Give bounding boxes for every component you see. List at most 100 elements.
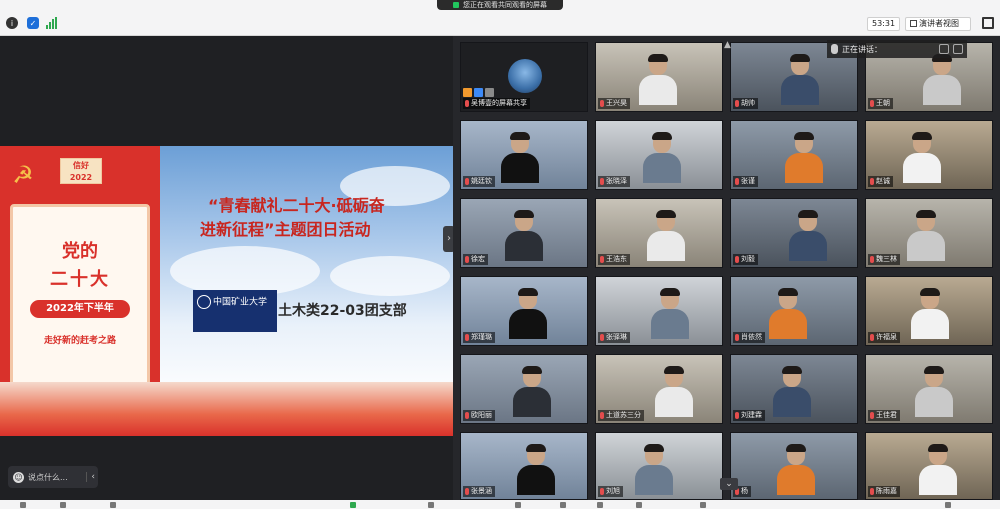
- participant-name: 赵诚: [876, 177, 890, 185]
- participant-name-tag: 土道苏三分: [598, 410, 644, 421]
- participant-name-tag: 赵诚: [868, 176, 893, 187]
- toolbar-icon[interactable]: [597, 502, 603, 508]
- participant-name-tag: 徐宏: [463, 254, 488, 265]
- participant-tile[interactable]: 张晓泽: [595, 120, 723, 190]
- participant-tile[interactable]: 王佳君: [865, 354, 993, 424]
- share-avatar: [508, 59, 542, 93]
- participant-name: 郑瑾璐: [471, 333, 492, 341]
- participant-tile[interactable]: 赵诚: [865, 120, 993, 190]
- slide-title-line2: 进新征程”主题团日活动: [200, 220, 371, 239]
- participant-name: 刘毅: [741, 255, 755, 263]
- participant-video: [785, 132, 823, 183]
- participant-tile[interactable]: 刘建霖: [730, 354, 858, 424]
- fullscreen-icon[interactable]: [982, 17, 994, 29]
- participant-tile[interactable]: 刘旭: [595, 432, 723, 500]
- screen-share-banner[interactable]: 您正在观看共同观看的屏幕: [437, 0, 563, 10]
- card-title-line2: 二十大: [50, 269, 110, 290]
- participant-name: 姚廷钦: [471, 177, 492, 185]
- shared-screen-area: ☭ 信好 2022 党的 二十大 2022年下半年 走好新的赶考之路 “青春献礼…: [0, 36, 453, 500]
- participant-tile[interactable]: 徐宏: [460, 198, 588, 268]
- cloud-decoration: [170, 246, 320, 296]
- participant-tile[interactable]: 陈雨嘉: [865, 432, 993, 500]
- participant-name: 陈雨嘉: [876, 487, 897, 495]
- toolbar-icon[interactable]: [60, 502, 66, 508]
- layout-icon[interactable]: [939, 44, 949, 54]
- participant-tile[interactable]: 杨: [730, 432, 858, 500]
- toolbar-icon[interactable]: [20, 502, 26, 508]
- mic-muted-icon: [465, 488, 469, 495]
- participant-name-tag: 刘旭: [598, 486, 623, 497]
- screen-share-tile[interactable]: 吴博壹的屏幕共享: [460, 42, 588, 112]
- participant-name-tag: 王浩东: [598, 254, 630, 265]
- participant-tile[interactable]: 王浩东: [595, 198, 723, 268]
- participant-name-tag: 王佳君: [868, 410, 900, 421]
- participant-tile[interactable]: 王兴昊: [595, 42, 723, 112]
- participant-video: [923, 54, 961, 105]
- signal-icon[interactable]: [46, 17, 58, 29]
- slide-wave-decoration: [0, 382, 453, 436]
- participant-tile[interactable]: 刘毅: [730, 198, 858, 268]
- participant-name-tag: 王兴昊: [598, 98, 630, 109]
- mic-muted-icon: [600, 488, 604, 495]
- participant-tile[interactable]: 许福泉: [865, 276, 993, 346]
- speaker-view-label: 演讲者视图: [919, 19, 959, 28]
- participant-video: [769, 288, 807, 339]
- mic-muted-icon: [735, 334, 739, 341]
- participant-tile[interactable]: 魏三林: [865, 198, 993, 268]
- meeting-window: 您正在观看共同观看的屏幕 i ✓ 53:31 演讲者视图 ☭ 信好 2022 党…: [0, 0, 1000, 509]
- participant-name-tag: 吴博壹的屏幕共享: [463, 98, 530, 109]
- participant-name: 王佳君: [876, 411, 897, 419]
- participant-tile[interactable]: 土道苏三分: [595, 354, 723, 424]
- mic-muted-icon: [465, 334, 469, 341]
- toolbar-icon[interactable]: [515, 502, 521, 508]
- participant-name: 许福泉: [876, 333, 897, 341]
- toolbar-icon[interactable]: [350, 502, 356, 508]
- participant-tile[interactable]: 欧阳丽: [460, 354, 588, 424]
- chevron-down-icon[interactable]: ⌄: [720, 478, 738, 490]
- toolbar-icon[interactable]: [636, 502, 642, 508]
- participant-tile[interactable]: 郑瑾璐: [460, 276, 588, 346]
- share-banner-text: 您正在观看共同观看的屏幕: [463, 1, 547, 9]
- participant-name: 肖依然: [741, 333, 762, 341]
- participant-name-tag: 许福泉: [868, 332, 900, 343]
- participant-tile[interactable]: 张驿琳: [595, 276, 723, 346]
- chevron-left-icon[interactable]: ‹: [86, 472, 95, 482]
- toolbar-icon[interactable]: [700, 502, 706, 508]
- participant-video: [639, 54, 677, 105]
- participant-name: 土道苏三分: [606, 411, 641, 419]
- participant-name: 刘旭: [606, 487, 620, 495]
- shield-icon[interactable]: ✓: [27, 17, 39, 29]
- toolbar-icon[interactable]: [428, 502, 434, 508]
- chat-input[interactable]: ☺ 说点什么... ‹: [8, 466, 98, 488]
- participant-name: 欧阳丽: [471, 411, 492, 419]
- back-icon[interactable]: [953, 44, 963, 54]
- participant-name-tag: 肖依然: [733, 332, 765, 343]
- info-icon[interactable]: i: [6, 17, 18, 29]
- chevron-up-icon[interactable]: ▲: [724, 40, 731, 50]
- participant-video: [911, 288, 949, 339]
- emoji-icon[interactable]: ☺: [13, 471, 24, 483]
- mic-muted-icon: [600, 100, 604, 107]
- host-badges: [463, 88, 494, 97]
- mic-muted-icon: [735, 178, 739, 185]
- participant-video: [789, 210, 827, 261]
- toolbar-icon[interactable]: [945, 502, 951, 508]
- participant-name: 刘建霖: [741, 411, 762, 419]
- participant-tile[interactable]: 张景涵: [460, 432, 588, 500]
- participant-tile[interactable]: 姚廷钦: [460, 120, 588, 190]
- participant-video: [907, 210, 945, 261]
- participant-video: [655, 366, 693, 417]
- sharing-indicator-icon: [453, 2, 459, 8]
- toolbar-icon[interactable]: [560, 502, 566, 508]
- participant-name: 王朝: [876, 99, 890, 107]
- participant-name: 王兴昊: [606, 99, 627, 107]
- participant-name: 吴博壹的屏幕共享: [471, 99, 527, 107]
- card-subtitle: 走好新的赶考之路: [43, 336, 116, 346]
- participant-tile[interactable]: 张谨: [730, 120, 858, 190]
- mic-muted-icon: [735, 412, 739, 419]
- participant-tile[interactable]: 肖依然: [730, 276, 858, 346]
- toolbar-icon[interactable]: [110, 502, 116, 508]
- mic-muted-icon: [870, 334, 874, 341]
- participant-video: [647, 210, 685, 261]
- speaker-view-button[interactable]: 演讲者视图: [905, 17, 971, 31]
